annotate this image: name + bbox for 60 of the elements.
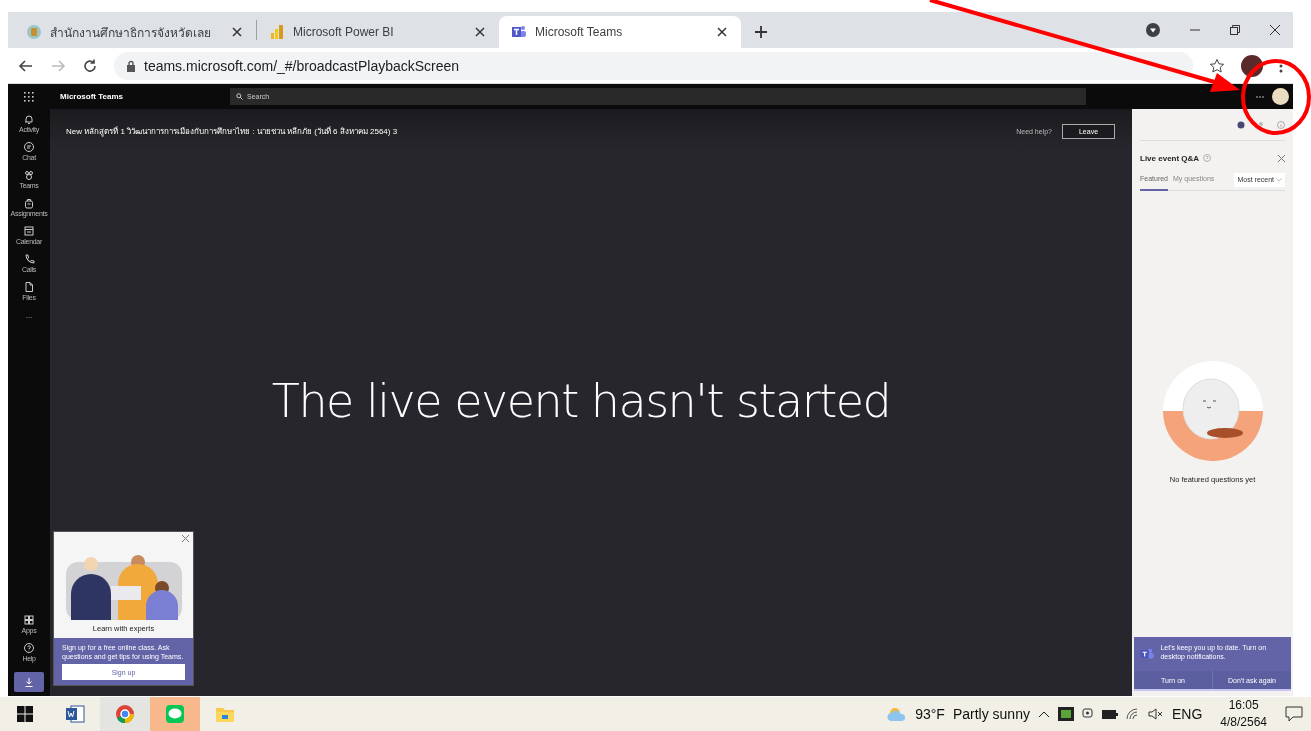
wifi-icon[interactable] [1125,708,1140,720]
browser-tab[interactable]: สำนักงานศึกษาธิการจังหวัดเลย [14,16,256,48]
user-avatar[interactable] [1272,88,1289,105]
download-icon [25,677,33,687]
browser-tab[interactable]: Microsoft Teams [499,16,741,48]
apps-icon [23,614,35,626]
restore-icon[interactable] [1229,24,1241,36]
address-bar[interactable]: teams.microsoft.com/_#/broadcastPlaybackScreen [114,51,1193,80]
backpack-icon [23,197,35,209]
temperature: 93°F [915,706,945,722]
weather-text: Partly sunny [952,706,1030,722]
chat-app-icon [165,704,185,724]
browser-tab[interactable]: Microsoft Power BI [257,16,499,48]
seal-icon [26,24,42,40]
dropdown-icon[interactable] [1145,22,1161,38]
browser-icon [115,704,135,724]
close-icon[interactable] [1269,24,1281,36]
tab-title: Microsoft Teams [535,25,624,39]
close-icon [182,535,189,542]
windows-icon [17,706,33,722]
document-icon [65,704,85,724]
close-icon [1278,154,1285,162]
app-name: Microsoft Teams [59,92,124,101]
close-icon[interactable] [473,25,487,39]
weather-icon [887,706,908,722]
close-icon[interactable] [715,25,729,39]
file-icon [23,281,35,293]
bar-chart-icon [269,24,285,40]
tab-title: สำนักงานศึกษาธิการจังหวัดเลย [50,24,212,42]
teams-icon [511,24,527,40]
url-text: teams.microsoft.com/_#/broadcastPlaybackScreen [144,57,460,74]
download-button[interactable] [14,672,44,692]
reload-icon[interactable] [82,57,98,74]
lock-icon [126,59,136,72]
chevron-icon [1276,178,1282,182]
input-language[interactable]: ENG [1171,706,1203,722]
camera-icon[interactable] [1081,707,1094,721]
battery-icon[interactable] [1101,709,1118,719]
event-title: New หลักสูตรที่ 1 วิวัฒนาการการเมืองกับการศึกษาไทย : นายชวน หลีกภัย (วันที่ 6 สิงหาคม 2564) 3 [66,125,399,138]
notification-center-icon[interactable] [1285,706,1303,722]
tab-title: Microsoft Power BI [293,25,395,39]
back-icon[interactable] [18,57,34,74]
taskbar-app[interactable] [100,697,150,731]
close-button[interactable] [182,534,189,544]
search-icon [236,93,243,100]
star-icon[interactable] [1209,57,1225,74]
chevron-up-icon[interactable] [1037,710,1050,718]
app-launcher-icon[interactable] [24,91,34,102]
gpu-icon[interactable] [1057,707,1074,721]
calendar-icon [23,225,35,237]
muted-speaker-icon[interactable] [1147,708,1164,720]
help-icon [23,642,35,654]
close-icon[interactable] [230,25,244,39]
panel-title: Live event Q&A [1140,153,1200,163]
clock[interactable]: 16:05 4/8/2564 [1210,697,1277,731]
more-apps[interactable]: ... [25,311,33,320]
status-message: The live event hasn't started [271,374,891,430]
close-button[interactable] [1278,152,1285,164]
bell-icon [23,113,35,125]
phone-icon [23,253,35,265]
